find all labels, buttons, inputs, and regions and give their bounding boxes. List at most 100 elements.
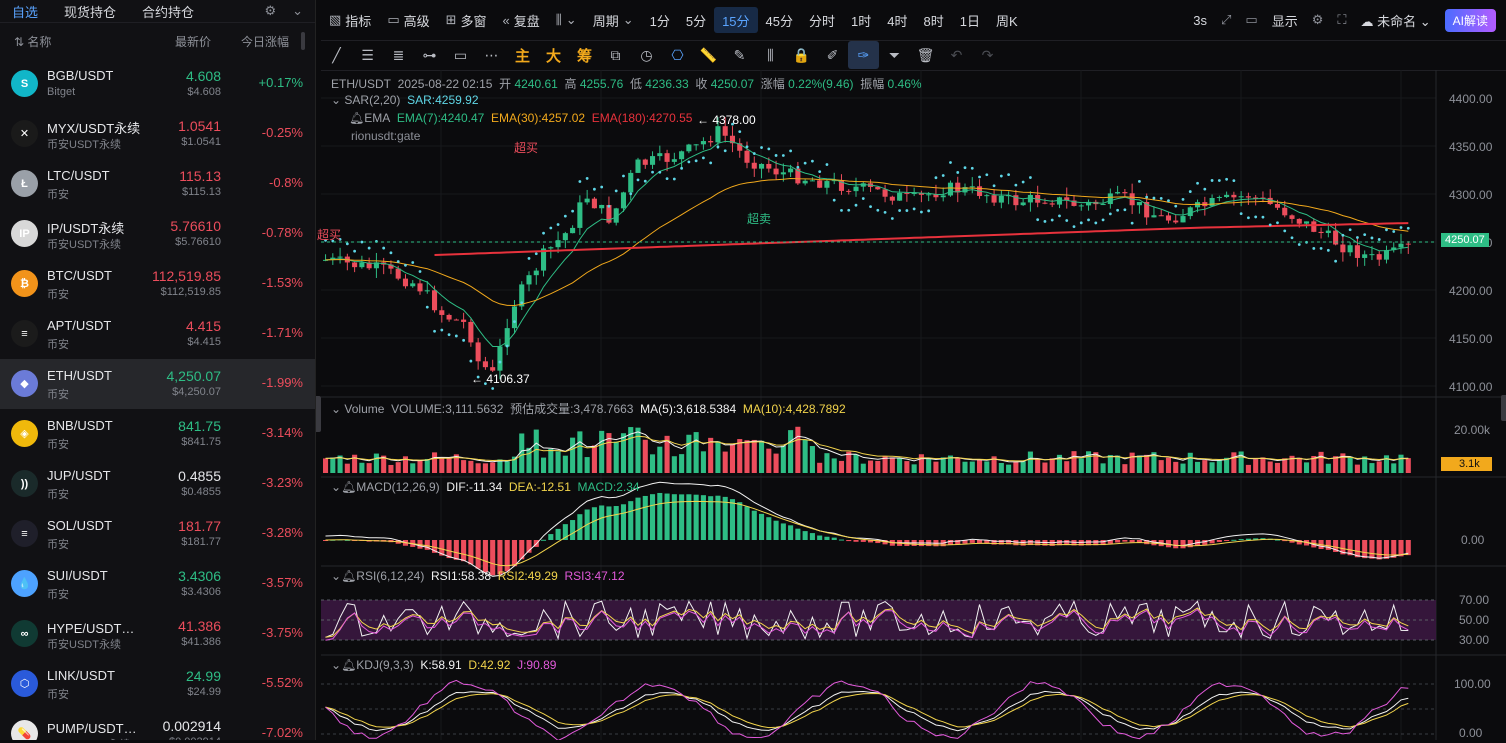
watchlist-row[interactable]: IP IP/USDT永续 币安USDT永续 5.76610 $5.76610 -0.78% <box>0 209 315 259</box>
trend-line-icon[interactable]: ╱ <box>321 47 352 64</box>
filter-icon[interactable]: ⏷ <box>879 47 910 64</box>
scrollbar[interactable] <box>301 32 305 50</box>
change-percent: -1.71% <box>261 325 303 340</box>
macd-bar <box>591 507 597 540</box>
lock-icon[interactable]: 🔒 <box>786 47 817 64</box>
interval-1[interactable]: 5分 <box>678 11 714 30</box>
volume-bar <box>1405 458 1411 473</box>
chip-distribution-button[interactable]: 筹 <box>569 45 600 66</box>
more-shapes-icon[interactable]: ⋯ <box>476 47 507 64</box>
large-order-button[interactable]: 大 <box>538 45 569 66</box>
expand-icon[interactable]: ⛶ <box>1337 12 1346 28</box>
volume-bar <box>388 464 394 473</box>
exchange-name: 币安 <box>47 289 69 301</box>
collapse-icon[interactable]: ⌄ <box>331 569 341 583</box>
interval-8[interactable]: 1日 <box>952 11 988 30</box>
bell-icon[interactable]: 🔔︎ <box>341 480 356 494</box>
ema-legend: 🔔︎EMA EMA(7):4240.47 EMA(30):4257.02 EMA… <box>349 111 693 125</box>
redo-icon[interactable]: ↷ <box>972 47 1003 64</box>
clock-icon[interactable]: ◷ <box>631 47 662 64</box>
advanced-button[interactable]: ▭ 高级 <box>379 11 437 30</box>
horizontal-line-icon[interactable]: ⊶ <box>414 47 445 64</box>
trash-icon[interactable]: 🗑 <box>910 47 941 64</box>
ai-interpret-button[interactable]: AI解读 <box>1444 8 1496 32</box>
sort-by-name[interactable]: ⇅ 名称 <box>14 33 51 50</box>
undo-icon[interactable]: ↶ <box>941 47 972 64</box>
ruler-icon[interactable]: 📏 <box>693 47 724 64</box>
rectangle-icon[interactable]: ▭ <box>445 47 476 64</box>
compare-icon[interactable]: ⧉ <box>600 47 631 64</box>
collapse-right-handle[interactable] <box>1501 395 1506 421</box>
candle-body <box>1049 203 1055 205</box>
sar-dot <box>687 160 691 164</box>
watchlist-row[interactable]: )) JUP/USDT 币安 0.4855 $0.4855 -3.23% <box>0 459 315 509</box>
chart-area[interactable]: ETH/USDT 2025-08-22 02:15 开 4240.61 高 42… <box>317 70 1506 743</box>
multi-window-button[interactable]: ⊞ 多窗 <box>438 11 495 30</box>
watchlist-row[interactable]: ✕ MYX/USDT永续 币安USDT永续 1.0541 $1.0541 -0.25% <box>0 109 315 159</box>
tab-futures-holdings[interactable]: 合约持仓 <box>142 2 194 21</box>
interval-2[interactable]: 15分 <box>714 7 758 33</box>
bell-icon[interactable]: 🔔︎ <box>341 569 356 583</box>
draw-mode-icon[interactable]: ✑ <box>848 41 879 69</box>
interval-0[interactable]: 1分 <box>642 11 678 30</box>
volume-bar <box>577 431 583 473</box>
period-dropdown[interactable]: 周期 ⌄ <box>585 11 642 30</box>
chevron-down-icon[interactable]: ⌄ <box>292 3 303 19</box>
collapse-icon[interactable]: ⌄ <box>331 480 341 494</box>
watchlist-row[interactable]: ⬡ LINK/USDT 币安 24.99 $24.99 -5.52% <box>0 659 315 709</box>
sar-dot <box>622 174 625 178</box>
watchlist-row[interactable]: ≡ APT/USDT 币安 4.415 $4.415 -1.71% <box>0 309 315 359</box>
candle-body <box>715 126 721 143</box>
sort-by-change[interactable]: 今日涨幅 <box>241 33 289 50</box>
tab-spot-holdings[interactable]: 现货持仓 <box>64 2 116 21</box>
interval-7[interactable]: 8时 <box>916 11 952 30</box>
watchlist-row[interactable]: 💊 PUMP/USDT永续Bitget USDT永续 0.002914 $0.0029… <box>0 709 315 740</box>
interval-6[interactable]: 4时 <box>879 11 915 30</box>
interval-9[interactable]: 周K <box>988 11 1026 30</box>
watchlist-row[interactable]: Ł LTC/USDT 币安 115.13 $115.13 -0.8% <box>0 159 315 209</box>
interval-5[interactable]: 1时 <box>843 11 879 30</box>
parallel-channel-icon[interactable]: ☰ <box>352 47 383 64</box>
sar-dot <box>1065 219 1069 222</box>
watchlist-row[interactable]: ∞ HYPE/USDT永续 币安USDT永续 41.386 $41.386 -3.75% <box>0 609 315 659</box>
interval-4[interactable]: 分时 <box>801 11 843 30</box>
candle-type-button[interactable]: ⫼ ⌄ <box>548 12 585 28</box>
watchlist-row[interactable]: ◈ BNB/USDT 币安 841.75 $841.75 -3.14% <box>0 409 315 459</box>
fullscreen-icon[interactable]: ⤢ <box>1221 12 1231 28</box>
layout-name-dropdown[interactable]: ☁ 未命名 ⌄ <box>1361 11 1431 30</box>
edit-layer-icon[interactable]: ✐ <box>817 47 848 64</box>
sar-dot <box>1101 218 1105 222</box>
data-source: rionusdt:gate <box>351 129 421 143</box>
bell-icon[interactable]: 🔔︎ <box>349 111 364 125</box>
fib-lines-icon[interactable]: ≣ <box>383 47 414 64</box>
sar-dot <box>811 159 814 163</box>
watchlist-row[interactable]: ≡ SOL/USDT 币安 181.77 $181.77 -3.28% <box>0 509 315 559</box>
candle-body <box>359 262 365 268</box>
watchlist-row[interactable]: S BGB/USDT Bitget 4.608 $4.608 +0.17% <box>0 59 315 109</box>
refresh-rate[interactable]: 3s <box>1193 13 1207 28</box>
candle-analysis-icon[interactable]: ⫼ <box>755 47 786 64</box>
interval-3[interactable]: 45分 <box>758 11 801 30</box>
sar-dot <box>1043 220 1047 223</box>
candle-body <box>424 290 430 292</box>
layout-toggle-icon[interactable]: ▭ <box>1245 12 1257 28</box>
settings-icon[interactable]: ⚙ <box>1312 12 1324 28</box>
collapse-icon[interactable]: ⌄ <box>331 402 341 416</box>
settings-icon[interactable]: ⚙ <box>264 3 276 19</box>
collapse-icon[interactable]: ⌄ <box>331 93 341 107</box>
display-button[interactable]: 显示 <box>1272 11 1298 30</box>
candle-body <box>1282 207 1288 216</box>
bell-icon[interactable]: 🔔︎ <box>341 658 356 672</box>
sort-by-price[interactable]: 最新价 <box>175 33 211 50</box>
tab-favorites[interactable]: 自选 <box>12 2 38 21</box>
watchlist-row[interactable]: 💧 SUI/USDT 币安 3.4306 $3.4306 -3.57% <box>0 559 315 609</box>
replay-button[interactable]: «复盘 <box>495 11 548 30</box>
indicators-button[interactable]: ▧ 指标 <box>321 11 379 30</box>
watchlist-row[interactable]: ₿ BTC/USDT 币安 112,519.85 $112,519.85 -1.53% <box>0 259 315 309</box>
magnet-icon[interactable]: ⎔ <box>662 47 693 64</box>
collapse-icon[interactable]: ⌄ <box>331 658 341 672</box>
sar-dot <box>563 214 567 218</box>
pen-icon[interactable]: ✎ <box>724 47 755 64</box>
watchlist-row[interactable]: ◆ ETH/USDT 币安 4,250.07 $4,250.07 -1.99% <box>0 359 315 409</box>
main-force-button[interactable]: 主 <box>507 45 538 66</box>
